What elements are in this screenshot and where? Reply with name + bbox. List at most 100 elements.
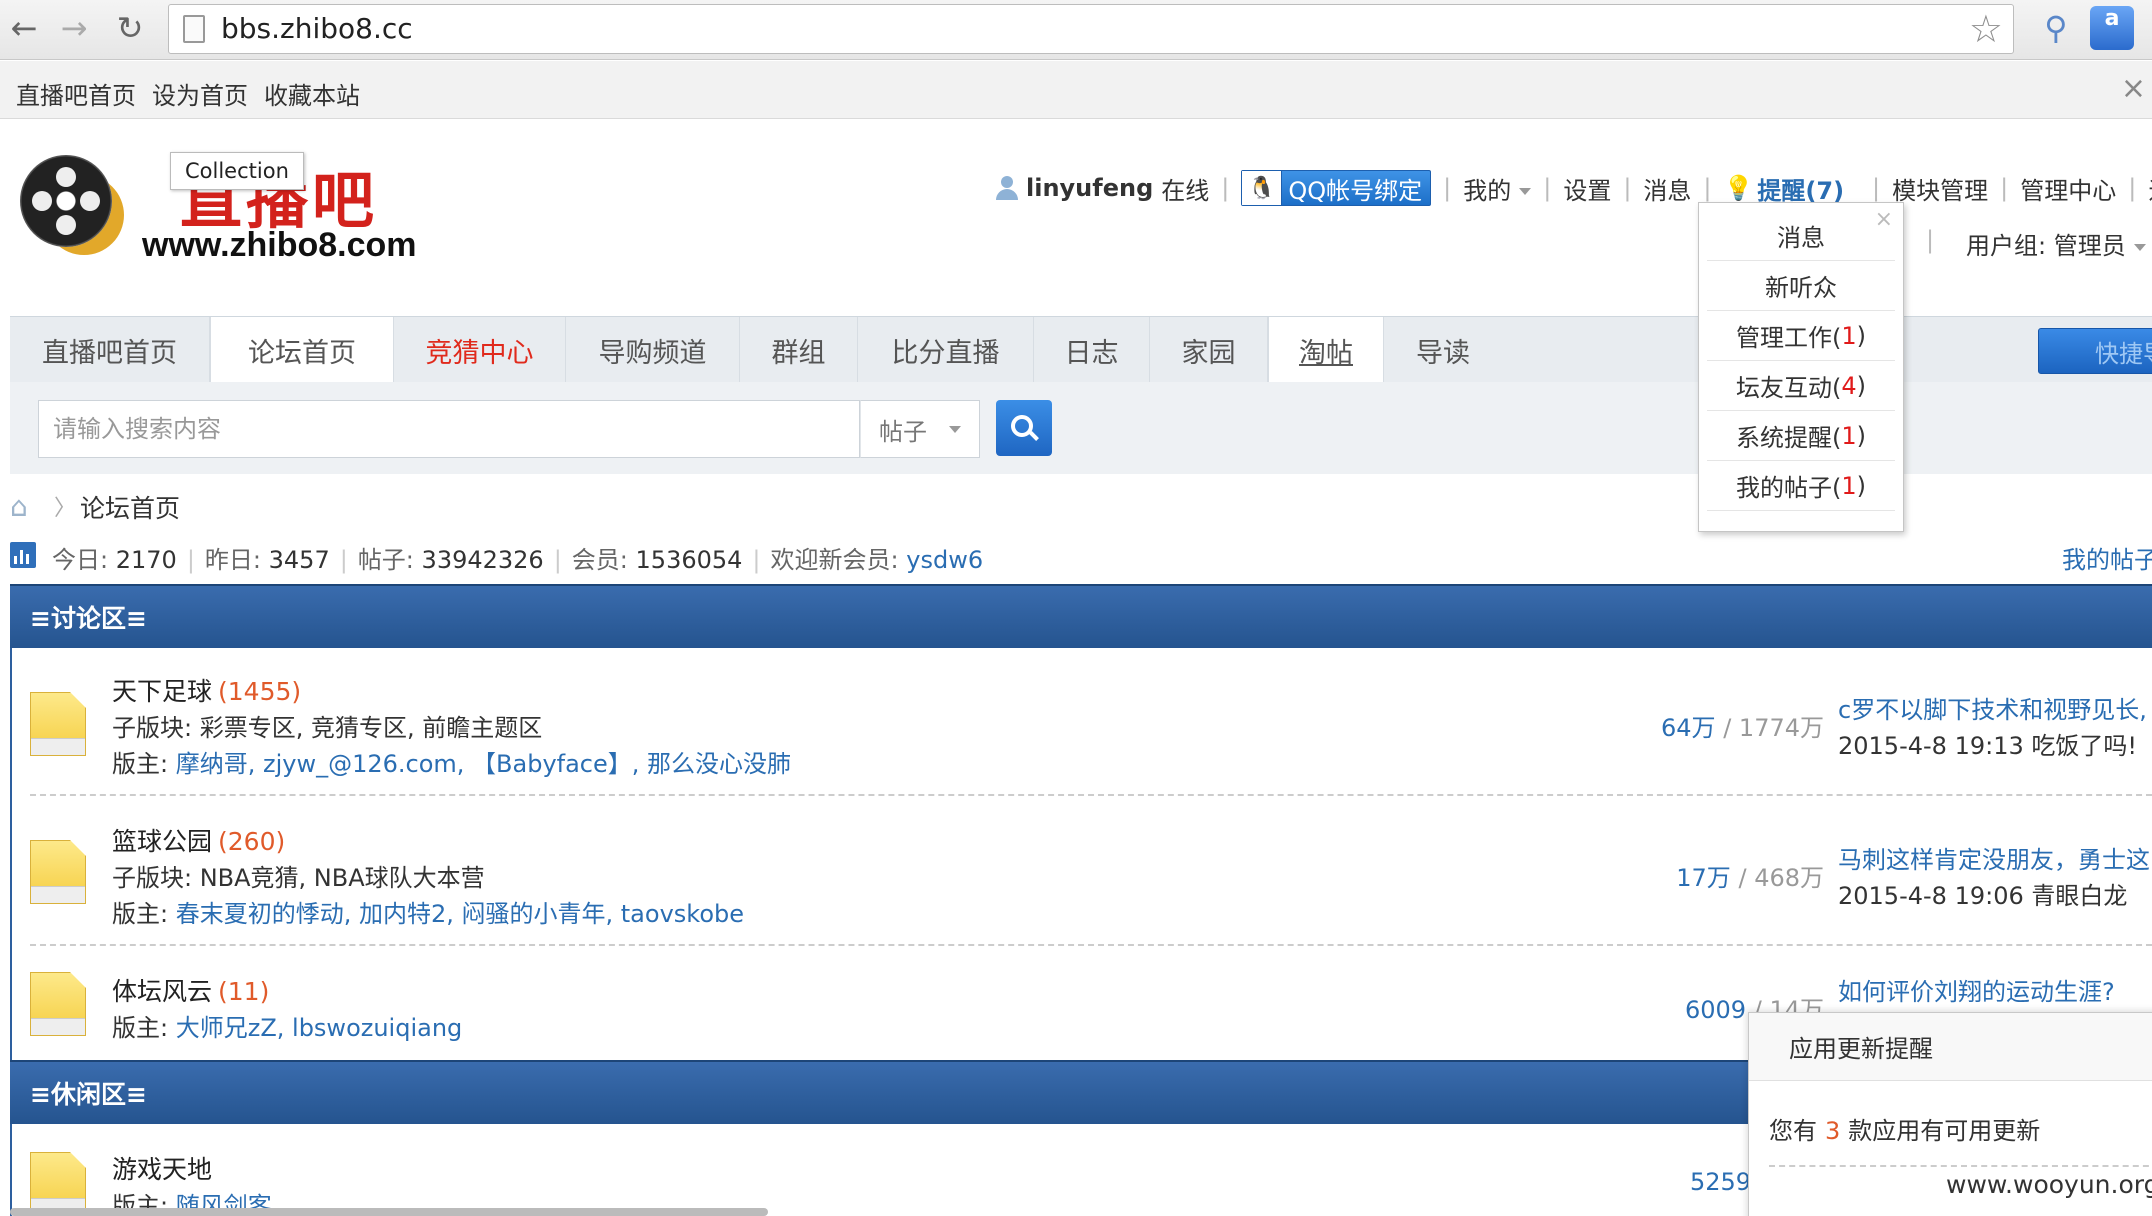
app-update-title: 应用更新提醒 [1749,1013,2152,1081]
forum-threads: 64万 [1661,714,1716,742]
divider: | [1221,174,1230,202]
divider [1769,1165,2152,1167]
moderator-links[interactable]: 摩纳哥, zjyw_@126.com, 【Babyface】, 那么没心没肺 [176,750,791,778]
extension-a-icon[interactable]: a [2090,6,2134,50]
toplink-bookmark[interactable]: 收藏本站 [264,76,360,111]
forum-today-count: (11) [218,977,270,1006]
logo-url[interactable]: www.zhibo8.com [142,226,417,265]
stat-yesterday: 3457 [268,546,330,574]
remind-item-interactions[interactable]: 坛友互动(4) [1707,361,1895,411]
forum-name[interactable]: 体坛风云 [112,977,212,1006]
forum-name[interactable]: 游戏天地 [112,1150,212,1186]
last-post-meta[interactable]: 2015-4-8 19:13 吃饭了吗! [1838,726,2137,761]
forum-name[interactable]: 天下足球 [112,677,212,706]
last-post-title[interactable]: 马刺这样肯定没朋友，勇士这 [1838,840,2150,875]
remind-item-admin-work[interactable]: 管理工作(1) [1707,311,1895,361]
nav-tab-collections[interactable]: 淘帖 [1268,317,1384,383]
address-bar[interactable]: bbs.zhibo8.cc ☆ [168,4,2014,54]
horizontal-scrollbar[interactable] [10,1208,768,1216]
forum-folder-icon [30,1152,86,1216]
remind-link[interactable]: 提醒(7) [1757,171,1844,206]
search-type-select[interactable]: 帖子 [860,400,980,458]
last-post-meta[interactable]: 2015-4-8 19:06 青眼白龙 [1838,876,2127,911]
extension-search-icon[interactable]: ⚲ [2034,6,2078,50]
nav-tab-live-scores[interactable]: 比分直播 [858,317,1034,383]
app-update-count: 3 [1825,1117,1841,1145]
lightbulb-icon: 💡 [1723,174,1754,202]
nav-tab-blog[interactable]: 日志 [1034,317,1150,383]
url-text[interactable]: bbs.zhibo8.cc [221,12,413,45]
forum-posts: 1774万 [1738,714,1824,742]
forward-icon[interactable]: → [52,6,96,50]
usergroup-menu[interactable]: 用户组: 管理员 [1966,226,2146,261]
forum-threads: 5259 [1690,1168,1752,1196]
nav-tab-guess-center[interactable]: 竞猜中心 [394,317,566,383]
forum-threads: 17万 [1676,864,1731,892]
divider: | [1703,174,1712,202]
moderator-links[interactable]: 大师兄zZ, lbswozuiqiang [176,1014,463,1042]
qq-bind-label: QQ帐号绑定 [1288,176,1423,205]
nav-tab-groups[interactable]: 群组 [740,317,858,383]
app-update-message[interactable]: 您有 3 款应用有可用更新 [1769,1111,2040,1146]
category-header-discussion[interactable]: ≡讨论区≡ [10,584,2152,648]
forum-title[interactable]: 天下足球 (1455) [112,672,301,708]
nav-tab-zhibo8-home[interactable]: 直播吧首页 [10,317,210,383]
usergroup-label: 用户组: 管理员 [1966,232,2126,260]
username-link[interactable]: linyufeng [1026,174,1153,202]
admin-center-link[interactable]: 管理中心 [2020,171,2116,206]
module-admin-link[interactable]: 模块管理 [1892,171,1988,206]
last-post-title[interactable]: c罗不以脚下技术和视野见长, [1838,690,2147,725]
remind-item-paren: ) [1856,471,1867,500]
settings-link[interactable]: 设置 [1563,171,1611,206]
logout-link[interactable]: 退出 [2148,171,2152,206]
toplink-set-homepage[interactable]: 设为首页 [152,76,248,111]
mine-label: 我的 [1463,176,1512,205]
forum-row: 天下足球 (1455) 子版块: 彩票专区, 竞猜专区, 前瞻主题区 版主: 摩纳… [10,648,2152,798]
remind-item-new-followers[interactable]: 新听众 [1707,261,1895,311]
last-post-title[interactable]: 如何评价刘翔的运动生涯? [1838,972,2115,1007]
nav-tab-home-space[interactable]: 家园 [1150,317,1268,383]
remind-item-label: 系统提醒( [1735,424,1842,452]
divider: | [1623,174,1632,202]
back-icon[interactable]: ← [2,6,46,50]
my-posts-link[interactable]: 我的帖子 [2062,540,2152,575]
moderator-links[interactable]: 春末夏初的悸动, 加内特2, 闷骚的小青年, taovskobe [176,900,744,928]
remind-item-paren: ) [1856,421,1867,450]
close-icon[interactable]: × [2121,71,2146,106]
nav-tab-guide[interactable]: 导读 [1384,317,1502,383]
remind-item-messages[interactable]: 消息 [1707,211,1895,261]
remind-item-count: 1 [1841,421,1857,450]
stat-today: 2170 [115,546,177,574]
quick-nav-button[interactable]: 快捷导航 [2038,328,2152,374]
bookmark-star-icon[interactable]: ☆ [1969,7,2003,51]
stat-label: 帖子: [357,546,414,574]
reload-icon[interactable]: ↻ [108,6,152,50]
mine-menu[interactable]: 我的 [1463,171,1532,206]
home-icon[interactable]: ⌂ [10,490,28,523]
stat-label: 昨日: [204,546,261,574]
divider: | [2000,174,2009,202]
search-button[interactable] [996,400,1052,456]
qq-bind-button[interactable]: 🐧 QQ帐号绑定 [1241,170,1432,206]
forum-title[interactable]: 体坛风云 (11) [112,972,269,1008]
chevron-down-icon [1519,188,1532,195]
forum-title[interactable]: 篮球公园 (260) [112,822,285,858]
forum-subforums[interactable]: 子版块: 彩票专区, 竞猜专区, 前瞻主题区 [112,708,542,743]
forum-name[interactable]: 篮球公园 [112,827,212,856]
forum-subforums[interactable]: 子版块: NBA竞猜, NBA球队大本营 [112,858,485,893]
divider: | [2128,174,2137,202]
nav-tab-shopping[interactable]: 导购频道 [566,317,740,383]
browser-toolbar: ← → ↻ bbs.zhibo8.cc ☆ ⚲ a [0,0,2152,60]
toplink-home[interactable]: 直播吧首页 [16,76,136,111]
remind-item-system[interactable]: 系统提醒(1) [1707,411,1895,461]
online-status: 在线 [1161,176,1210,205]
search-input[interactable] [38,400,860,458]
nav-tab-forum-home[interactable]: 论坛首页 [210,317,394,383]
breadcrumb-current[interactable]: 论坛首页 [80,489,180,525]
new-member-link[interactable]: ysdw6 [906,546,983,574]
stats-chart-icon [10,542,36,568]
remind-dropdown: × 消息 新听众 管理工作(1) 坛友互动(4) 系统提醒(1) 我的帖子(1) [1698,202,1904,532]
stat-label: 欢迎新会员: [770,546,899,574]
remind-item-my-posts[interactable]: 我的帖子(1) [1707,461,1895,511]
messages-link[interactable]: 消息 [1643,171,1691,206]
